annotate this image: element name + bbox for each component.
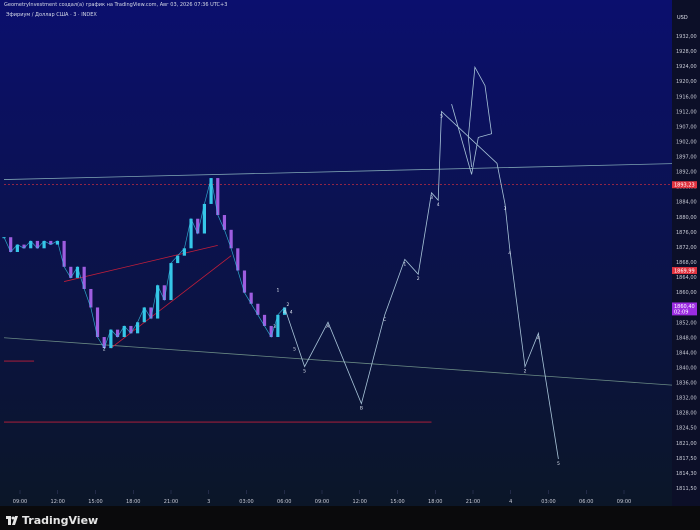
wave-label: 4 [437,202,440,208]
x-tick-label: 4 [509,499,512,505]
y-tick-label: 1811,50 [676,486,697,492]
x-tick-label: 09:00 [617,499,631,505]
x-tick-label: 18:00 [126,499,140,505]
wave-label: 5 [440,114,443,120]
brand-name: TradingView [22,514,99,527]
x-tick-label: 09:00 [13,499,27,505]
y-tick-label: 1848,00 [676,335,697,341]
x-tick-label: 3 [207,499,210,505]
y-tick-label: 1912,00 [676,109,697,115]
y-tick-label: 1864,00 [676,275,697,281]
y-tick-label: 1916,00 [676,94,697,100]
y-tick-label: 1928,00 [676,49,697,55]
x-tick-label: 03:00 [239,499,253,505]
price-tag-label: 02:09 [674,310,688,316]
y-tick-label: 1876,00 [676,230,697,236]
y-tick-label: 1821,00 [676,441,697,447]
y-tick-label: 1892,00 [676,170,697,176]
symbol-line[interactable]: Эфириум / Доллар США · 3 · INDEX [6,12,97,18]
tradingview-logo-icon [6,516,18,525]
y-tick-label: 1907,00 [676,124,697,130]
x-tick-label: 15:00 [390,499,404,505]
y-tick-label: 1868,00 [676,260,697,266]
wave-label: 4 [290,309,293,315]
x-tick-label: 21:00 [466,499,480,505]
wave-label: 2 [286,302,289,308]
y-tick-label: 1828,00 [676,411,697,417]
y-tick-label: 1852,00 [676,320,697,326]
y-tick-label: 1832,00 [676,396,697,402]
wave-label: 2 [524,369,527,375]
price-tag-label: 1869,99 [674,268,695,274]
wave-label: 3 [430,195,433,201]
y-tick-label: 1920,00 [676,79,697,85]
chart-plot[interactable]: 1811,50 1814,30 1817,50 1821,00 1824,50 1828,… [0,0,700,506]
y-tick-label: 1814,30 [676,471,697,477]
x-tick-label: 09:00 [315,499,329,505]
y-tick-label: 1840,00 [676,365,697,371]
wave-label: 3 [504,206,507,212]
wave-label: 5 [303,369,306,375]
wave-label: 4 [508,250,511,256]
wave-label: 1 [403,261,406,267]
y-tick-label: 1836,00 [676,381,697,387]
footer-bar: TradingView [0,506,700,530]
y-tick-label: 1884,00 [676,200,697,206]
x-tick-label: 06:00 [579,499,593,505]
currency-label: USD [677,15,688,21]
wave-label: 2 [103,346,106,352]
x-tick-label: 12:00 [51,499,65,505]
wave-label: 4 [283,309,286,315]
wave-label: 5 [557,461,560,467]
wave-label: 1 [276,287,279,293]
wave-label: B [360,406,363,412]
y-tick-label: 1880,00 [676,215,697,221]
x-tick-label: 12:00 [353,499,367,505]
y-tick-label: 1932,00 [676,34,697,40]
x-tick-label: 21:00 [164,499,178,505]
wave-label: 2 [417,276,420,282]
tradingview-logo[interactable]: TradingView [6,514,98,527]
wave-label: 4 [537,335,540,341]
chart-frame: 1811,50 1814,30 1817,50 1821,00 1824,50 1828,… [0,0,700,530]
wave-label: 3 [273,324,276,330]
price-tag-label: 1893,23 [674,183,695,189]
x-tick-label: 15:00 [88,499,102,505]
y-tick-label: 1844,00 [676,350,697,356]
x-tick-label: 18:00 [428,499,442,505]
y-tick-label: 1924,00 [676,64,697,70]
wave-label: C [383,317,386,323]
publisher-line: GeometryInvestment создал(а) график на T… [4,2,228,8]
chart-background [0,0,700,506]
y-tick-label: 1902,00 [676,139,697,145]
y-tick-label: 1860,00 [676,290,697,296]
wave-label: 5 [293,346,296,352]
y-tick-label: 1897,00 [676,155,697,161]
y-tick-label: 1824,50 [676,426,697,432]
x-tick-label: 03:00 [541,499,555,505]
y-tick-label: 1872,00 [676,245,697,251]
y-tick-label: 1817,50 [676,456,697,462]
x-tick-label: 06:00 [277,499,291,505]
